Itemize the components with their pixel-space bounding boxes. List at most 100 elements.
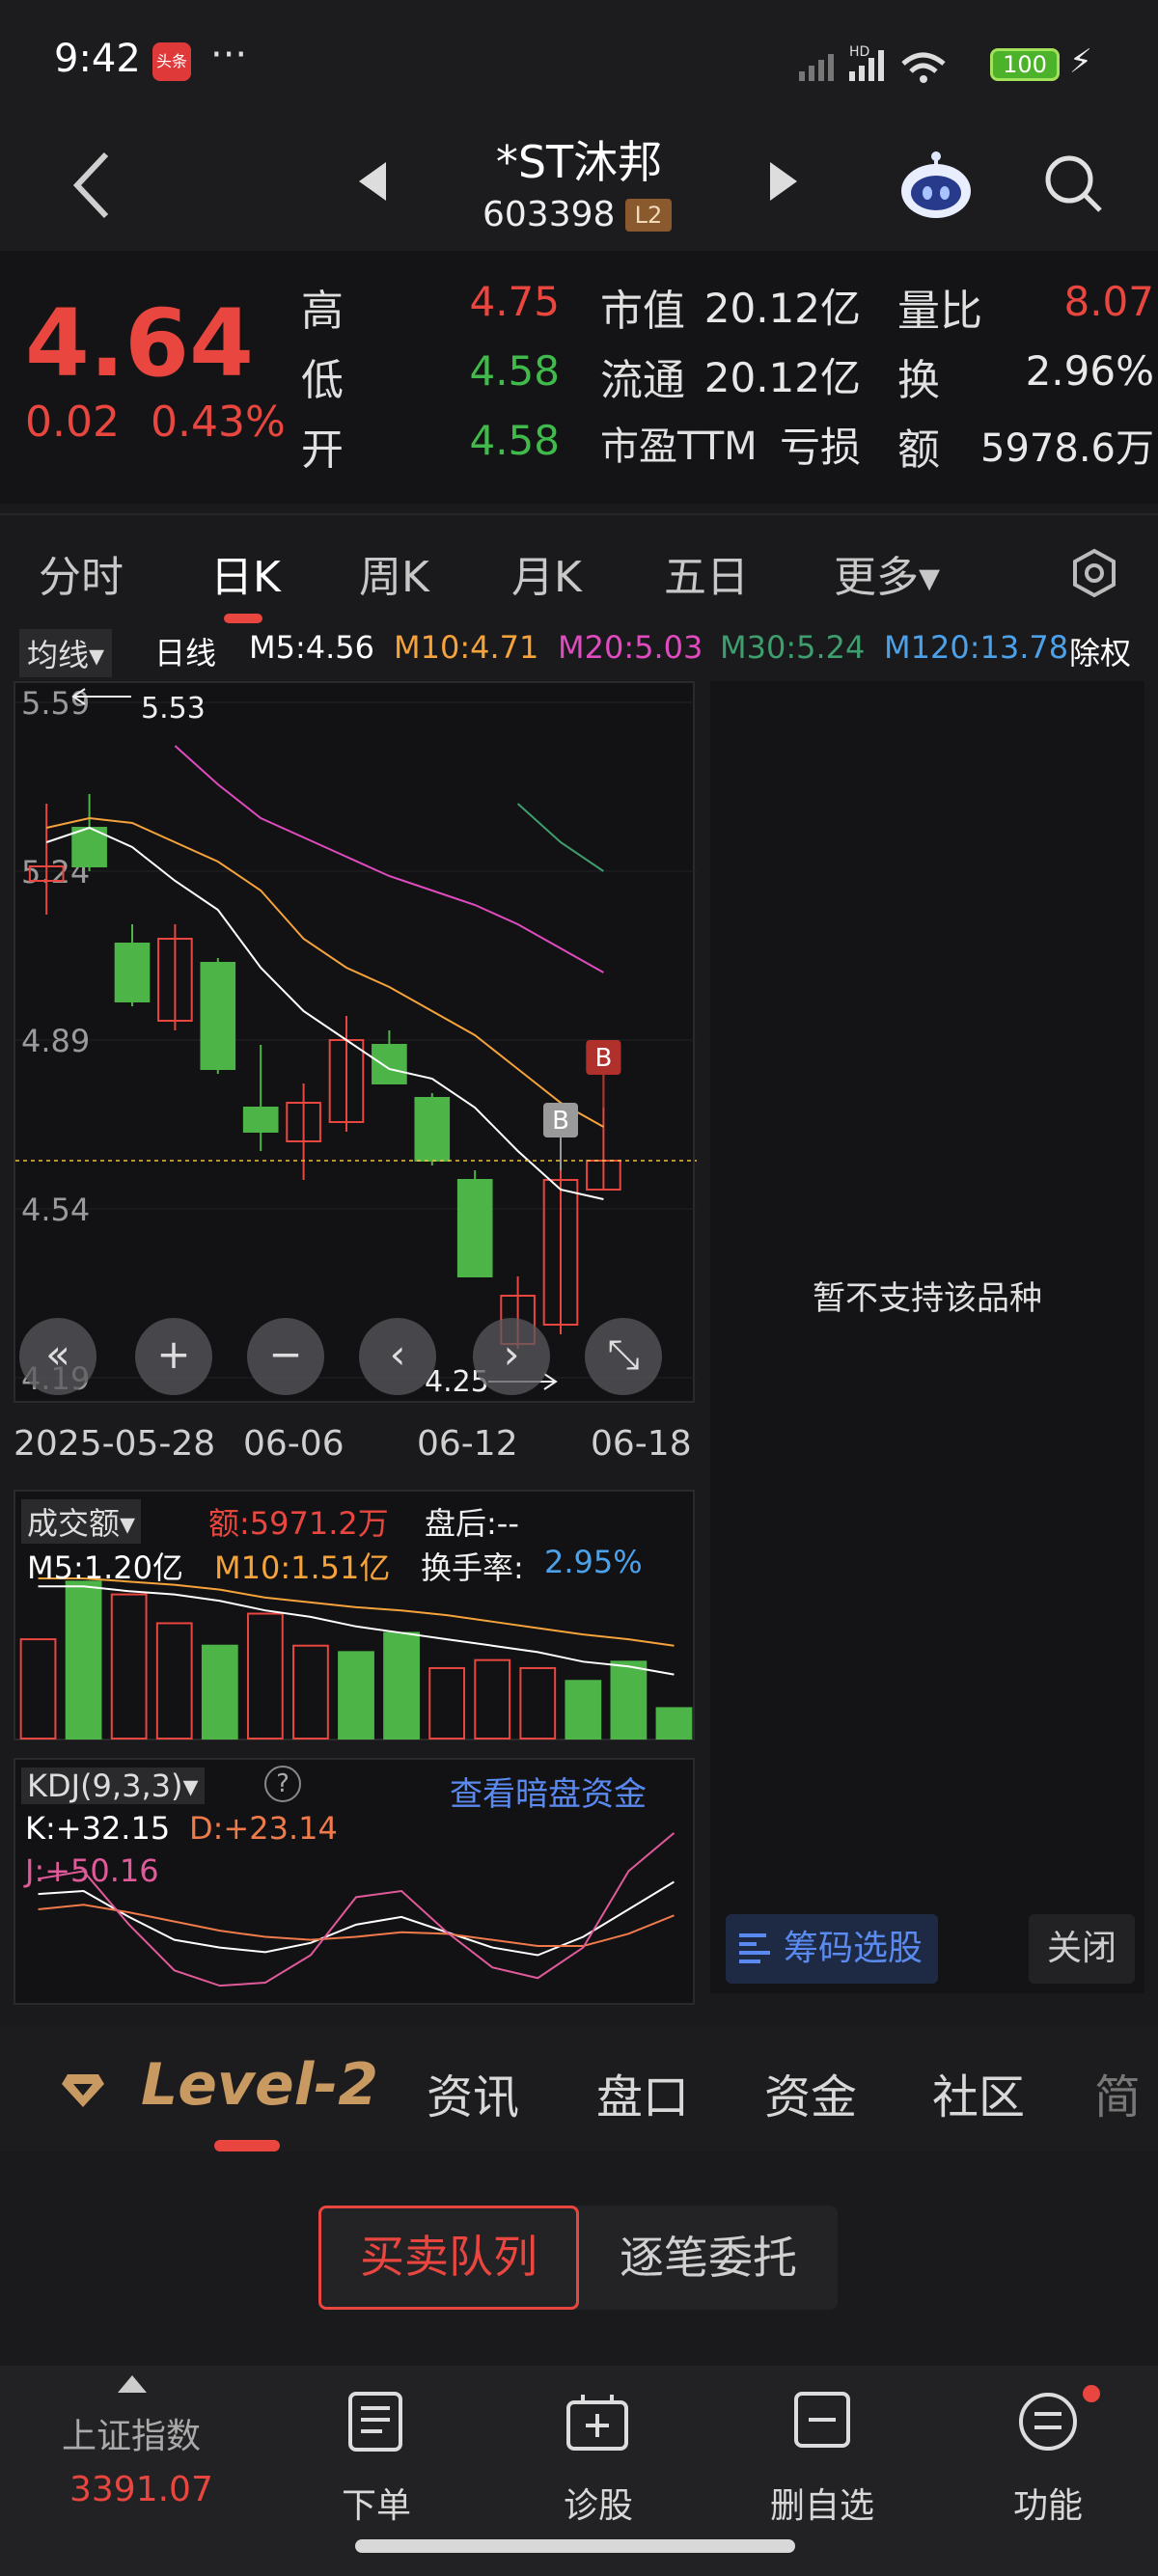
volume-bar xyxy=(610,1660,648,1740)
kdj-j: J:+50.16 xyxy=(25,1852,159,1889)
tab-monthly-k[interactable]: 月K xyxy=(511,542,582,604)
date-tick: 2025-05-28 xyxy=(14,1424,216,1464)
ma-line-m30 xyxy=(516,803,604,872)
volume-dropdown[interactable]: 成交额▾ xyxy=(21,1499,142,1544)
tab-news[interactable]: 资讯 xyxy=(427,2059,519,2126)
kdj-panel: KDJ(9,3,3)▾ ? 查看暗盘资金 K:+32.15 D:+23.14 J… xyxy=(14,1758,695,2005)
trade-mark-label: B xyxy=(594,1044,612,1073)
menu-icon xyxy=(1019,2393,1077,2451)
tab-funds[interactable]: 资金 xyxy=(764,2059,857,2126)
tab-intraday[interactable]: 分时 xyxy=(39,542,124,604)
volume-bar xyxy=(65,1580,102,1740)
diagnose-button[interactable]: 诊股 xyxy=(560,2478,637,2528)
kdj-k: K:+32.15 xyxy=(25,1810,171,1847)
m20-label: M20:5.03 xyxy=(558,629,703,666)
active-tab-indicator xyxy=(224,614,262,623)
period-label: 日线 xyxy=(154,635,217,671)
ai-assistant-icon[interactable] xyxy=(897,149,975,220)
candle-body xyxy=(456,1179,493,1277)
volume-ma10-line xyxy=(38,1577,675,1647)
signal-icon: HD xyxy=(799,44,946,83)
date-tick: 06-06 xyxy=(243,1424,345,1464)
scroll-left-button[interactable]: ‹ xyxy=(359,1318,436,1395)
tab-daily-k[interactable]: 日K xyxy=(210,542,281,604)
tab-community[interactable]: 社区 xyxy=(932,2059,1025,2126)
turnover-value: 2.96% xyxy=(1025,347,1154,395)
stock-header: *ST沐邦 603398 L2 xyxy=(0,125,1158,251)
search-icon[interactable] xyxy=(1042,152,1104,214)
y-tick-label: 5.59 xyxy=(21,685,90,722)
ma-dropdown[interactable]: 均线▾ xyxy=(19,629,113,677)
after-hours: 盘后:-- xyxy=(425,1505,519,1542)
notification-dot xyxy=(1083,2385,1100,2402)
high-value: 4.75 xyxy=(469,278,560,325)
tab-more[interactable]: 更多▾ xyxy=(834,542,940,604)
kdj-k-line xyxy=(38,1880,675,1957)
volume-ratio-value: 8.07 xyxy=(1063,278,1154,325)
chip-bars-icon xyxy=(739,1933,770,1963)
low-label: 低 xyxy=(301,356,344,405)
index-name: 上证指数 xyxy=(62,2417,202,2456)
unsupported-message: 暂不支持该品种 xyxy=(813,1279,1042,1318)
y-tick-label: 4.89 xyxy=(21,1023,90,1059)
chip-select-label: 筹码选股 xyxy=(784,1929,924,1968)
order-button[interactable]: 下单 xyxy=(340,2478,413,2528)
diagnose-icon xyxy=(566,2395,628,2451)
open-value: 4.58 xyxy=(469,417,560,464)
candle-body xyxy=(200,962,236,1070)
volume-bar xyxy=(519,1666,557,1740)
y-tick-label: 4.54 xyxy=(21,1192,90,1228)
dark-pool-link[interactable]: 查看暗盘资金 xyxy=(450,1768,647,1815)
volume-panel: 成交额▾ 额:5971.2万 盘后:-- M5:1.20亿 M10:1.51亿 … xyxy=(14,1490,695,1740)
volume-bar xyxy=(155,1622,193,1740)
network-type: HD xyxy=(849,44,869,60)
settings-icon[interactable] xyxy=(1069,548,1119,598)
index-value: 3391.07 xyxy=(69,2470,213,2509)
float-cap-value: 20.12亿 xyxy=(703,354,861,401)
help-icon[interactable]: ? xyxy=(264,1766,301,1802)
chip-select-button[interactable]: 筹码选股 xyxy=(726,1914,938,1984)
home-indicator xyxy=(355,2539,795,2553)
tab-profile[interactable]: 简 xyxy=(1094,2059,1141,2126)
index-widget[interactable]: 上证指数 3391.07 xyxy=(29,2366,241,2576)
back-icon[interactable] xyxy=(68,149,116,222)
function-button[interactable]: 功能 xyxy=(1009,2478,1087,2528)
candle-body xyxy=(414,1097,451,1162)
low-value: 4.58 xyxy=(469,347,560,395)
tab-five-day[interactable]: 五日 xyxy=(664,542,749,604)
volume-amount: 额:5971.2万 xyxy=(208,1505,389,1542)
active-bottom-tab-indicator xyxy=(214,2140,280,2151)
queue-toggle: 买卖队列 逐笔委托 xyxy=(318,2206,838,2310)
scroll-start-button[interactable]: « xyxy=(19,1318,96,1395)
diamond-icon xyxy=(62,2074,104,2107)
adjust-label[interactable]: 除权 xyxy=(1069,629,1131,673)
candle-body xyxy=(114,943,151,1002)
float-cap-label: 流通 xyxy=(600,356,685,405)
kdj-dropdown[interactable]: KDJ(9,3,3)▾ xyxy=(21,1768,205,1804)
amount-value: 5978.6万 xyxy=(980,426,1154,471)
tab-weekly-k[interactable]: 周K xyxy=(359,542,429,604)
kline-chart[interactable]: 5.595.244.894.544.195.534.25BTB xyxy=(14,681,697,1403)
fullscreen-button[interactable]: ⤡ xyxy=(585,1318,662,1395)
next-stock-icon[interactable] xyxy=(770,162,797,201)
zoom-in-button[interactable]: + xyxy=(135,1318,212,1395)
volume-bar xyxy=(428,1666,466,1740)
scroll-right-button[interactable]: › xyxy=(473,1318,550,1395)
close-button[interactable]: 关闭 xyxy=(1029,1914,1135,1984)
remove-watchlist-button[interactable]: 删自选 xyxy=(766,2478,878,2528)
app-badge-icon: 头条 xyxy=(152,42,191,81)
vol-m5: M5:1.20亿 xyxy=(27,1549,184,1586)
prev-stock-icon[interactable] xyxy=(359,162,386,201)
order-by-order-tab[interactable]: 逐笔委托 xyxy=(579,2206,838,2310)
high-marker-label: 5.53 xyxy=(141,692,206,726)
quote-panel: 4.64 0.02 0.43% 高 4.75 市值 20.12亿 量比 8.07… xyxy=(0,251,1158,504)
market-cap-label: 市值 xyxy=(600,287,685,336)
caret-up-icon xyxy=(118,2375,147,2393)
bottom-tabs: Level-2 资讯 盘口 资金 社区 简 xyxy=(0,2026,1158,2151)
trade-mark-label: B xyxy=(552,1107,569,1136)
tab-level2[interactable]: Level-2 xyxy=(141,2051,378,2119)
bid-ask-queue-tab[interactable]: 买卖队列 xyxy=(318,2206,579,2310)
volume-bar xyxy=(110,1593,148,1740)
zoom-out-button[interactable]: − xyxy=(247,1318,324,1395)
tab-orderbook[interactable]: 盘口 xyxy=(596,2059,689,2126)
